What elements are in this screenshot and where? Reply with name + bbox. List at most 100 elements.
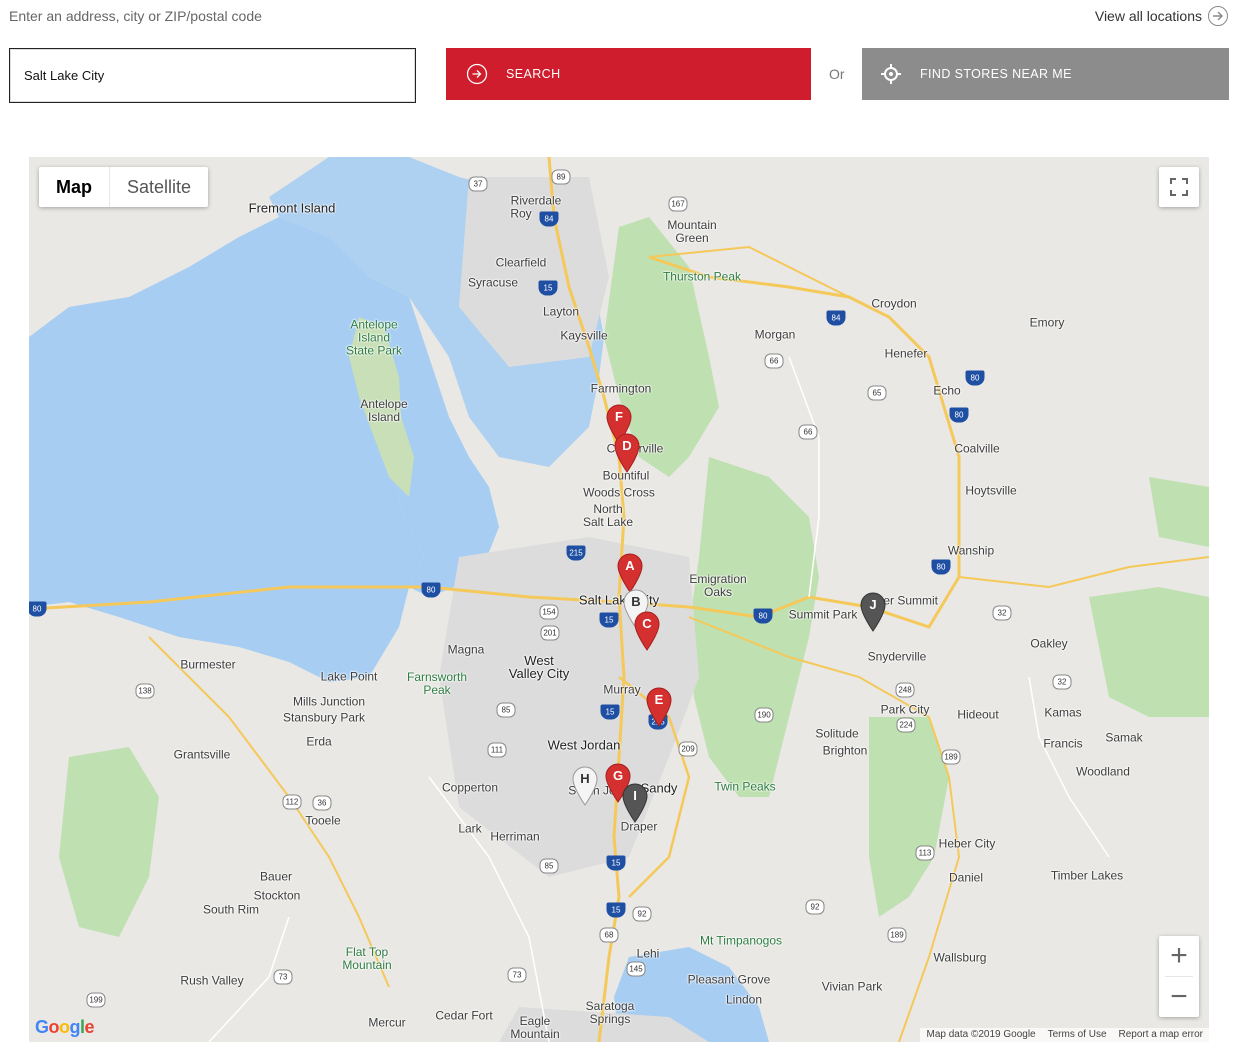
highway-shield: 92: [805, 899, 825, 915]
store-marker-j[interactable]: J: [860, 592, 886, 632]
highway-shield: 199: [86, 992, 106, 1008]
search-button-label: SEARCH: [506, 67, 561, 81]
interstate-shield: 80: [931, 559, 951, 575]
map-label-croydon: Croydon: [871, 296, 917, 311]
marker-letter: A: [625, 558, 635, 573]
map-label-syracuse: Syracuse: [467, 275, 519, 290]
highway-shield: 32: [992, 605, 1012, 621]
map-label-emigration-oaks: Emigration Oaks: [689, 572, 747, 599]
find-stores-near-me-button[interactable]: FIND STORES NEAR ME: [862, 48, 1229, 100]
highway-shield: 248: [895, 682, 915, 698]
highway-shield: 66: [798, 424, 818, 440]
map-type-satellite-button[interactable]: Satellite: [109, 167, 208, 207]
highway-shield: 66: [764, 353, 784, 369]
marker-letter: F: [615, 409, 623, 424]
map-label-lindon: Lindon: [725, 992, 763, 1007]
store-marker-i[interactable]: I: [622, 783, 648, 823]
map-label-west-jordan: West Jordan: [547, 737, 621, 753]
fullscreen-button[interactable]: [1159, 167, 1199, 207]
map-label-summit-park: Summit Park: [788, 607, 858, 622]
map-label-park-city: Park City: [880, 702, 930, 717]
map-label-roy: Roy: [510, 206, 532, 221]
highway-shield: 65: [867, 385, 887, 401]
map-label-snyderville: Snyderville: [867, 649, 927, 664]
map-label-stansbury-park: Stansbury Park: [282, 710, 366, 725]
map-label-layton: Layton: [542, 304, 580, 319]
map-label-coalville: Coalville: [954, 441, 1000, 456]
map-label-murray: Murray: [603, 682, 641, 697]
store-marker-h[interactable]: H: [572, 766, 598, 806]
view-all-label: View all locations: [1094, 8, 1202, 24]
zoom-out-button[interactable]: −: [1159, 977, 1199, 1017]
store-marker-c[interactable]: C: [634, 611, 660, 651]
highway-shield: 36: [312, 795, 332, 811]
highway-shield: 37: [468, 176, 488, 192]
highway-shield: 145: [626, 961, 646, 977]
store-marker-a[interactable]: A: [617, 553, 643, 593]
map-label-emory: Emory: [1029, 315, 1065, 330]
map-type-map-button[interactable]: Map: [39, 167, 109, 207]
marker-letter: C: [642, 616, 652, 631]
highway-shield: 224: [896, 717, 916, 733]
find-stores-label: FIND STORES NEAR ME: [920, 67, 1072, 81]
zoom-control: + −: [1159, 936, 1199, 1017]
search-prompt: Enter an address, city or ZIP/postal cod…: [9, 8, 262, 24]
map-label-farmington: Farmington: [590, 381, 652, 396]
or-separator: Or: [829, 66, 845, 82]
map-label-brighton: Brighton: [822, 743, 868, 758]
map-label-antelope-island: Antelope Island: [360, 397, 408, 424]
map-label-heber-city: Heber City: [938, 836, 996, 851]
map-label-clearfield: Clearfield: [495, 255, 547, 270]
terms-of-use-link[interactable]: Terms of Use: [1048, 1028, 1107, 1042]
search-button[interactable]: SEARCH: [446, 48, 811, 100]
map-label-rush-valley: Rush Valley: [180, 973, 244, 988]
store-map[interactable]: Riverdale Roy Mountain Green Fremont Isl…: [29, 157, 1209, 1042]
marker-letter: D: [622, 438, 632, 453]
interstate-shield: 215: [566, 545, 586, 561]
store-marker-e[interactable]: E: [646, 687, 672, 727]
map-label-woods-cross: Woods Cross: [583, 485, 655, 500]
highway-shield: 209: [678, 741, 698, 757]
arrow-right-icon: [466, 63, 488, 85]
arrow-right-icon: [1208, 6, 1228, 26]
map-label-antelope-island-park: Antelope Island State Park: [345, 317, 403, 358]
highway-shield: 89: [551, 169, 571, 185]
interstate-shield: 15: [606, 855, 626, 871]
map-label-south-rim: South Rim: [202, 902, 260, 917]
highway-shield: 85: [539, 858, 559, 874]
interstate-shield: 15: [606, 902, 626, 918]
view-all-locations-link[interactable]: View all locations: [1095, 6, 1228, 26]
great-salt-lake: [29, 217, 424, 682]
location-search-input[interactable]: [9, 48, 416, 103]
map-label-daniel: Daniel: [948, 870, 984, 885]
google-logo[interactable]: Google: [35, 1017, 95, 1038]
map-label-oakley: Oakley: [1030, 636, 1068, 651]
highway-shield: 113: [915, 845, 935, 861]
map-label-twin-peaks: Twin Peaks: [714, 779, 776, 794]
map-label-saratoga-springs: Saratoga Springs: [585, 999, 635, 1026]
map-label-mercur: Mercur: [368, 1015, 406, 1030]
marker-letter: J: [869, 597, 877, 612]
map-label-mills-junction: Mills Junction: [292, 694, 366, 709]
marker-letter: I: [633, 788, 637, 803]
map-label-flat-top-mountain: Flat Top Mountain: [342, 945, 392, 972]
store-marker-d[interactable]: D: [614, 433, 640, 473]
report-map-error-link[interactable]: Report a map error: [1119, 1028, 1203, 1042]
highway-shield: 73: [507, 967, 527, 983]
fullscreen-icon: [1170, 178, 1188, 196]
map-label-wanship: Wanship: [947, 543, 995, 558]
map-label-kaysville: Kaysville: [560, 328, 608, 343]
marker-letter: E: [654, 692, 664, 707]
map-label-burmester: Burmester: [180, 657, 236, 672]
highway-shield: 111: [487, 742, 507, 758]
map-label-solitude: Solitude: [815, 726, 859, 741]
map-type-control: Map Satellite: [39, 167, 209, 207]
map-label-erda: Erda: [306, 734, 332, 749]
interstate-shield: 15: [599, 612, 619, 628]
zoom-in-button[interactable]: +: [1159, 936, 1199, 976]
interstate-shield: 15: [538, 280, 558, 296]
map-label-francis: Francis: [1043, 736, 1083, 751]
highway-shield: 190: [754, 707, 774, 723]
map-label-mountain-green: Mountain Green: [667, 218, 717, 245]
interstate-shield: 80: [753, 608, 773, 624]
